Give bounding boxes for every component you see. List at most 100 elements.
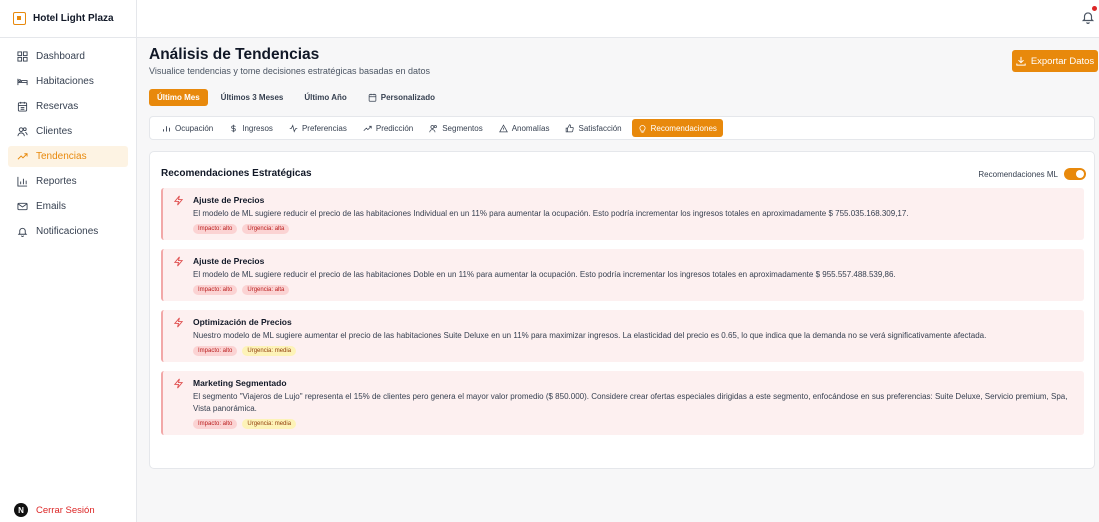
zap-icon xyxy=(173,317,184,328)
tab-label: Ocupación xyxy=(175,123,214,133)
urgency-badge: Urgencia: media xyxy=(242,346,297,356)
period-tab-ultimo-ano[interactable]: Último Año xyxy=(296,89,354,106)
tab-label: Preferencias xyxy=(301,123,347,133)
thumbs-up-icon xyxy=(566,123,575,132)
period-tab-ultimo-mes[interactable]: Último Mes xyxy=(149,89,208,106)
brand[interactable]: Hotel Light Plaza xyxy=(0,0,136,38)
bar-chart-icon xyxy=(163,125,170,131)
zap-icon xyxy=(173,195,184,206)
tab-label: Recomendaciones xyxy=(650,123,717,133)
zap-icon xyxy=(173,378,184,389)
grid-icon xyxy=(17,51,28,62)
hotel-logo-icon xyxy=(13,12,26,25)
urgency-badge: Urgencia: alta xyxy=(242,285,290,295)
recommendation-text: El modelo de ML sugiere reducir el preci… xyxy=(193,209,909,218)
recommendation-text: El segmento "Viajeros de Lujo" represent… xyxy=(193,392,1068,413)
urgency-badge: Urgencia: media xyxy=(242,419,297,429)
analysis-tabs: Ocupación Ingresos Preferencias Predicci… xyxy=(149,116,1095,140)
topbar xyxy=(137,0,1099,38)
main-content: Análisis de Tendencias Visualice tendenc… xyxy=(149,44,1098,469)
notification-dot xyxy=(1092,6,1097,11)
page-title: Análisis de Tendencias xyxy=(149,46,320,63)
sidebar-item-label: Clientes xyxy=(36,126,73,137)
trend-icon xyxy=(17,153,28,160)
activity-icon xyxy=(289,123,298,133)
brand-name: Hotel Light Plaza xyxy=(33,13,114,24)
tab-label: Segmentos xyxy=(442,123,483,133)
sidebar-item-dashboard[interactable]: Dashboard xyxy=(8,46,128,67)
avatar: N xyxy=(14,503,28,517)
notification-bell-icon[interactable] xyxy=(1081,10,1095,24)
recommendations-list: Ajuste de Precios El modelo de ML sugier… xyxy=(161,188,1084,435)
ml-recommendations-toggle[interactable] xyxy=(1064,168,1086,180)
sidebar-item-emails[interactable]: Emails xyxy=(8,196,128,217)
impact-badge: Impacto: alto xyxy=(193,419,238,429)
mail-icon xyxy=(17,202,28,211)
recommendation-title: Ajuste de Precios xyxy=(193,195,265,205)
impact-badge: Impacto: alto xyxy=(193,224,238,234)
tab-label: Satisfacción xyxy=(578,123,622,133)
export-data-button[interactable]: Exportar Datos xyxy=(1012,50,1098,72)
sidebar-item-reportes[interactable]: Reportes xyxy=(8,171,128,192)
sidebar-item-reservas[interactable]: Reservas xyxy=(8,96,128,117)
bed-icon xyxy=(17,78,28,86)
bell-icon xyxy=(17,227,28,237)
period-tab-label: Último Año xyxy=(304,93,347,102)
recommendations-card: Recomendaciones Estratégicas Recomendaci… xyxy=(149,151,1095,469)
calendar-icon xyxy=(17,101,28,112)
impact-badge: Impacto: alto xyxy=(193,346,238,356)
tab-segmentos[interactable]: Segmentos xyxy=(423,119,488,137)
sidebar-item-label: Notificaciones xyxy=(36,226,99,237)
tab-recomendaciones[interactable]: Recomendaciones xyxy=(631,119,723,137)
period-tab-label: Últimos 3 Meses xyxy=(220,93,284,102)
sidebar-item-tendencias[interactable]: Tendencias xyxy=(8,146,128,167)
logout-button[interactable]: N Cerrar Sesión xyxy=(14,503,95,517)
sidebar-item-notificaciones[interactable]: Notificaciones xyxy=(8,221,128,242)
recommendation-item: Ajuste de Precios El modelo de ML sugier… xyxy=(161,188,1084,240)
ml-recommendations-toggle-group: Recomendaciones ML xyxy=(978,168,1086,180)
trend-icon xyxy=(363,125,372,131)
sidebar: Hotel Light Plaza Dashboard Habitaciones… xyxy=(0,0,137,522)
page-subtitle: Visualice tendencias y tome decisiones e… xyxy=(149,66,431,76)
sidebar-item-label: Emails xyxy=(36,201,67,212)
tab-label: Anomalías xyxy=(511,123,550,133)
sidebar-item-label: Tendencias xyxy=(36,151,87,162)
recommendation-item: Marketing Segmentado El segmento "Viajer… xyxy=(161,371,1084,435)
tab-prediccion[interactable]: Predicción xyxy=(357,119,419,137)
period-tab-label: Personalizado xyxy=(380,93,435,102)
alert-icon xyxy=(498,123,508,132)
lightbulb-icon xyxy=(639,124,646,133)
sidebar-item-label: Habitaciones xyxy=(36,76,94,87)
recommendation-item: Optimización de Precios Nuestro modelo d… xyxy=(161,310,1084,362)
zap-icon xyxy=(173,256,184,267)
sidebar-nav: Dashboard Habitaciones Reservas Clientes… xyxy=(0,38,136,242)
dollar-icon xyxy=(231,124,237,132)
sidebar-item-habitaciones[interactable]: Habitaciones xyxy=(8,71,128,92)
tab-label: Predicción xyxy=(375,123,414,133)
sidebar-item-label: Reservas xyxy=(36,101,79,112)
tab-anomalias[interactable]: Anomalías xyxy=(493,119,556,137)
download-icon xyxy=(1016,56,1026,66)
sidebar-item-label: Reportes xyxy=(36,176,77,187)
tab-ingresos[interactable]: Ingresos xyxy=(223,119,279,137)
tab-preferencias[interactable]: Preferencias xyxy=(283,119,353,137)
recommendation-item: Ajuste de Precios El modelo de ML sugier… xyxy=(161,249,1084,301)
card-title: Recomendaciones Estratégicas xyxy=(161,168,312,179)
logout-label: Cerrar Sesión xyxy=(36,504,95,516)
users-icon xyxy=(17,127,28,137)
bar-chart-icon xyxy=(17,176,28,187)
recommendation-title: Optimización de Precios xyxy=(193,317,292,327)
period-tabs: Último Mes Últimos 3 Meses Último Año Pe… xyxy=(149,89,1095,106)
period-tab-label: Último Mes xyxy=(157,93,200,102)
recommendation-title: Ajuste de Precios xyxy=(193,256,265,266)
period-tab-ultimos-3-meses[interactable]: Últimos 3 Meses xyxy=(213,89,292,106)
tab-ocupacion[interactable]: Ocupación xyxy=(156,119,219,137)
urgency-badge: Urgencia: alta xyxy=(242,224,290,234)
recommendation-text: El modelo de ML sugiere reducir el preci… xyxy=(193,270,896,279)
period-tab-personalizado[interactable]: Personalizado xyxy=(360,89,443,106)
recommendation-title: Marketing Segmentado xyxy=(193,378,287,388)
tab-label: Ingresos xyxy=(242,123,273,133)
sidebar-item-label: Dashboard xyxy=(36,51,85,62)
sidebar-item-clientes[interactable]: Clientes xyxy=(8,121,128,142)
tab-satisfaccion[interactable]: Satisfacción xyxy=(559,119,627,137)
